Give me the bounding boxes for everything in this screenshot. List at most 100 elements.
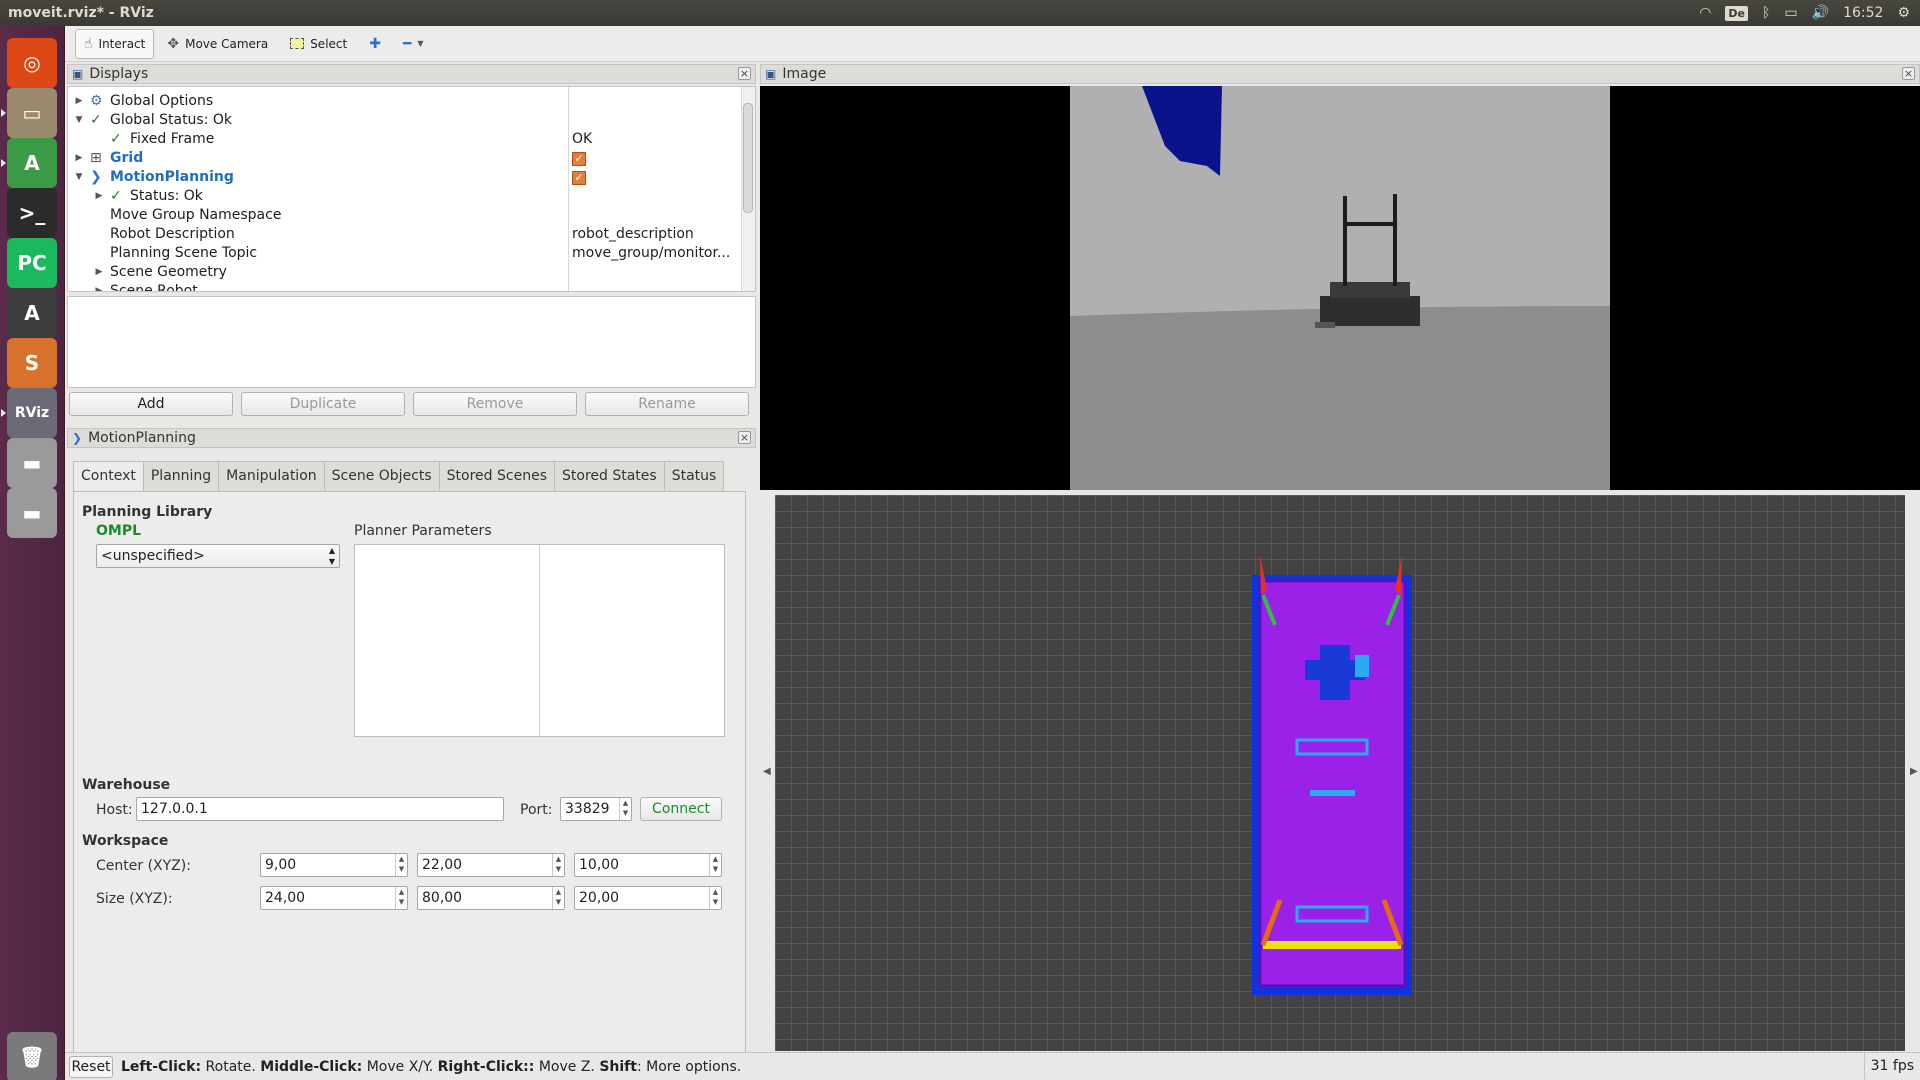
spin-arrows-icon[interactable]: ▲ ▼: [395, 854, 407, 876]
minus-icon: ━: [402, 35, 412, 52]
chevron-down-icon: ▼: [417, 39, 424, 48]
battery-icon[interactable]: ▭: [1784, 5, 1797, 21]
tree-label: MotionPlanning: [110, 168, 234, 185]
host-input[interactable]: 127.0.0.1: [136, 797, 504, 821]
size-y-spinbox[interactable]: 80,00 ▲ ▼: [417, 886, 565, 910]
interact-tool-button[interactable]: ☝ Interact: [75, 28, 155, 59]
port-value: 33829: [565, 801, 610, 817]
collapse-arrow-icon[interactable]: ▼: [74, 115, 84, 125]
tree-row-planning-scene-topic[interactable]: Planning Scene Topic move_group/monitor.…: [68, 243, 738, 262]
spin-arrows-icon[interactable]: ▲ ▼: [552, 854, 564, 876]
displays-tree[interactable]: ▶ ⚙ Global Options ▼ ✓ Global Status: Ok…: [67, 86, 756, 292]
collapse-right-arrow-icon[interactable]: ▶: [1910, 766, 1918, 777]
android-studio-icon[interactable]: A: [7, 138, 57, 188]
add-tool-button[interactable]: ✚: [360, 29, 390, 59]
spin-arrows-icon[interactable]: ▲ ▼: [619, 798, 631, 820]
terminal-icon[interactable]: >_: [7, 188, 57, 238]
tab-planning[interactable]: Planning: [142, 461, 220, 491]
running-indicator-icon: [1, 409, 6, 417]
center-z-spinbox[interactable]: 10,00 ▲ ▼: [574, 853, 722, 877]
center-y-spinbox[interactable]: 22,00 ▲ ▼: [417, 853, 565, 877]
wifi-icon[interactable]: ◠: [1699, 5, 1711, 21]
center-x-spinbox[interactable]: 9,00 ▲ ▼: [260, 853, 408, 877]
tree-row-global-options[interactable]: ▶ ⚙ Global Options: [68, 91, 738, 110]
size-x-spinbox[interactable]: 24,00 ▲ ▼: [260, 886, 408, 910]
size-z-spinbox[interactable]: 20,00 ▲ ▼: [574, 886, 722, 910]
connect-button[interactable]: Connect: [640, 797, 722, 821]
expand-arrow-icon[interactable]: ▶: [74, 153, 84, 163]
move-camera-tool-button[interactable]: ✥ Move Camera: [158, 29, 277, 59]
gear-icon[interactable]: ⚙: [1897, 5, 1910, 21]
image-panel-header: ▣ Image ×: [760, 64, 1920, 84]
grid-enabled-checkbox[interactable]: ✓: [572, 150, 586, 166]
center-xyz-label: Center (XYZ):: [96, 858, 191, 874]
3d-render-view[interactable]: [775, 495, 1905, 1051]
tab-status[interactable]: Status: [663, 461, 725, 491]
clock[interactable]: 16:52: [1843, 5, 1883, 21]
render-scene: [775, 495, 1905, 1051]
close-icon[interactable]: ×: [738, 67, 751, 80]
collapse-left-arrow-icon[interactable]: ◀: [763, 766, 771, 777]
tree-row-scene-geometry[interactable]: ▶ Scene Geometry: [68, 262, 738, 281]
expand-arrow-icon[interactable]: ▶: [74, 96, 84, 106]
running-indicator-icon: [1, 109, 6, 117]
running-indicator-icon: [1, 159, 6, 167]
tree-row-robot-description[interactable]: Robot Description robot_description: [68, 224, 738, 243]
keyboard-layout-indicator[interactable]: De: [1725, 5, 1748, 21]
spin-arrows-icon[interactable]: ▲ ▼: [395, 887, 407, 909]
tab-context[interactable]: Context: [73, 461, 144, 492]
tree-row-move-group-namespace[interactable]: Move Group Namespace: [68, 205, 738, 224]
pycharm-icon[interactable]: PC: [7, 238, 57, 288]
tree-row-scene-robot[interactable]: ▶ Scene Robot: [68, 281, 738, 292]
tree-scrollbar[interactable]: [741, 87, 755, 291]
rviz-icon[interactable]: RViz: [7, 388, 57, 438]
add-display-button[interactable]: Add: [69, 392, 233, 416]
volume-icon[interactable]: 🔊: [1812, 5, 1829, 21]
spin-arrows-icon[interactable]: ▲ ▼: [552, 887, 564, 909]
remove-display-button[interactable]: Remove: [413, 392, 577, 416]
grid-icon: ⊞: [90, 149, 102, 166]
center-x-value: 9,00: [265, 857, 297, 873]
collapse-arrow-icon[interactable]: ▼: [74, 172, 84, 182]
ubuntu-dash-icon[interactable]: ◎: [7, 38, 57, 88]
planner-parameters-table[interactable]: [354, 544, 725, 737]
tree-label: Fixed Frame: [130, 130, 215, 147]
motion-planning-enabled-checkbox[interactable]: ✓: [572, 169, 586, 185]
port-spinbox[interactable]: 33829 ▲ ▼: [560, 797, 632, 821]
tree-row-global-status[interactable]: ▼ ✓ Global Status: Ok: [68, 110, 738, 129]
tab-scene-objects[interactable]: Scene Objects: [323, 461, 440, 491]
monitor-icon: ▣: [72, 67, 84, 81]
duplicate-display-button[interactable]: Duplicate: [241, 392, 405, 416]
trash-icon[interactable]: 🗑: [7, 1032, 57, 1080]
sublime-text-icon[interactable]: S: [7, 338, 57, 388]
tree-row-motion-planning[interactable]: ▼ ❯ MotionPlanning ✓: [68, 167, 738, 186]
drive-icon-2[interactable]: ▬: [7, 488, 57, 538]
expand-arrow-icon[interactable]: ▶: [94, 267, 104, 277]
tree-row-grid[interactable]: ▶ ⊞ Grid ✓: [68, 148, 738, 167]
planner-select[interactable]: <unspecified> ▲ ▼: [96, 544, 340, 568]
spin-arrows-icon[interactable]: ▲ ▼: [709, 887, 721, 909]
tab-manipulation[interactable]: Manipulation: [218, 461, 325, 491]
motion-planning-panel-header: ❯ MotionPlanning ×: [67, 428, 756, 448]
files-icon[interactable]: ▭: [7, 88, 57, 138]
close-icon[interactable]: ×: [738, 431, 751, 444]
tab-stored-scenes[interactable]: Stored Scenes: [438, 461, 555, 491]
spin-arrows-icon[interactable]: ▲ ▼: [709, 854, 721, 876]
interact-label: Interact: [98, 36, 146, 51]
expand-arrow-icon[interactable]: ▶: [94, 286, 104, 292]
expand-arrow-icon[interactable]: ▶: [94, 191, 104, 201]
scrollbar-thumb[interactable]: [743, 103, 753, 213]
tree-row-fixed-frame[interactable]: ✓ Fixed Frame OK: [68, 129, 738, 148]
drive-icon-1[interactable]: ▬: [7, 438, 57, 488]
tree-row-status[interactable]: ▶ ✓ Status: Ok: [68, 186, 738, 205]
tab-stored-states[interactable]: Stored States: [554, 461, 665, 491]
reset-button[interactable]: Reset: [69, 1055, 113, 1078]
software-updater-icon[interactable]: A: [7, 288, 57, 338]
check-icon: ✓: [90, 111, 102, 128]
select-tool-button[interactable]: Select: [281, 29, 356, 59]
close-icon[interactable]: ×: [1902, 67, 1915, 80]
center-z-value: 10,00: [579, 857, 620, 873]
rename-display-button[interactable]: Rename: [585, 392, 749, 416]
bluetooth-icon[interactable]: ᛒ: [1762, 5, 1770, 21]
remove-tool-dropdown[interactable]: ━ ▼: [394, 29, 433, 59]
